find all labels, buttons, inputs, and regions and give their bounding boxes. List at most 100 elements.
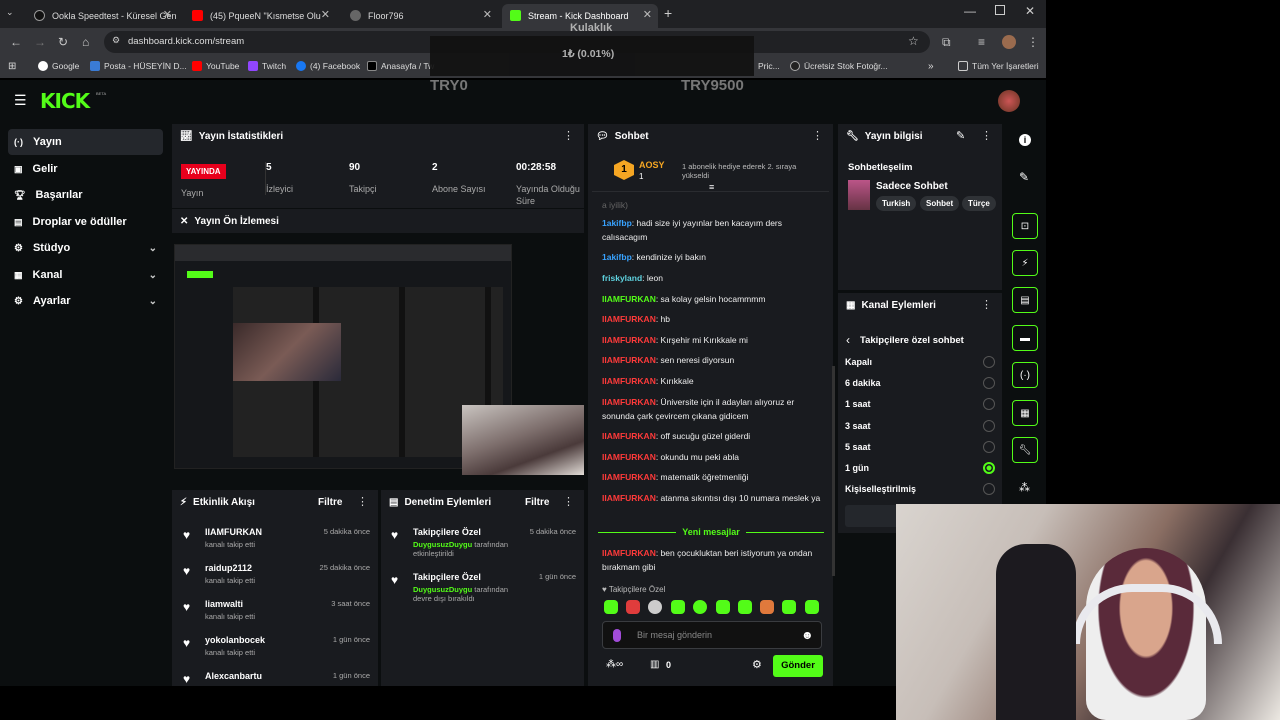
sidebar-item-ayarlar[interactable]: ⚙ Ayarlar ⌄ (8, 288, 163, 314)
option-6-dakika[interactable]: 6 dakika (845, 377, 995, 389)
bookmark-twitter[interactable]: Anasayfa / Tw (367, 61, 434, 71)
sidebar-item-gelir[interactable]: ▣ Gelir (8, 156, 163, 182)
media-icon[interactable]: ≡ (978, 35, 985, 49)
minimize-button[interactable]: — (964, 4, 976, 18)
clip-button[interactable]: ⊡ (1012, 213, 1038, 239)
points-icon[interactable]: ⁂∞ (606, 659, 623, 670)
back-icon[interactable]: ← (10, 35, 22, 49)
tab-list-button[interactable]: ⌄ (6, 7, 20, 21)
chat-username[interactable]: IIAMFURKAN (602, 397, 656, 407)
kick-logo[interactable]: KICK (40, 89, 90, 113)
emote-icon[interactable] (648, 600, 662, 614)
chat-username[interactable]: 1akifbp (602, 218, 632, 228)
tab-speedtest[interactable]: Ookla Speedtest - Küresel Gen ✕ (26, 4, 178, 28)
chat-username[interactable]: IIAMFURKAN (602, 294, 656, 304)
chat-username[interactable]: 1akifbp (602, 252, 632, 262)
option-1-saat[interactable]: 1 saat (845, 398, 995, 410)
radio-button[interactable] (983, 483, 995, 495)
pencil-icon[interactable]: ✎ (1019, 170, 1029, 184)
close-tab-icon[interactable]: ✕ (483, 8, 492, 21)
new-tab-button[interactable]: + (664, 5, 672, 21)
moderation-user[interactable]: DuygusuzDuygu (413, 585, 472, 594)
radio-button[interactable] (983, 420, 995, 432)
option-5-saat[interactable]: 5 saat (845, 441, 995, 453)
tag-chip[interactable]: Turkish (876, 196, 917, 211)
more-bookmarks-icon[interactable]: » (928, 61, 934, 72)
collapse-icon[interactable]: ≡ (709, 182, 714, 192)
chat-username[interactable]: IIAMFURKAN (602, 493, 656, 503)
extensions-icon[interactable]: ⧉ (942, 35, 951, 50)
pinned-user[interactable]: AOSY (639, 160, 665, 170)
maximize-button[interactable] (995, 5, 1005, 15)
bookmark-facebook[interactable]: (4) Facebook (296, 61, 360, 71)
chat-username[interactable]: IIAMFURKAN (602, 452, 656, 462)
chat-username[interactable]: IIAMFURKAN (602, 376, 656, 386)
radio-button[interactable] (983, 398, 995, 410)
sidebar-item-basarilar[interactable]: 🏆︎ Başarılar (8, 182, 163, 208)
more-options-icon[interactable]: ⋮ (563, 129, 574, 142)
emote-icon[interactable] (760, 600, 774, 614)
tag-chip[interactable]: Sohbet (920, 196, 960, 211)
info-icon[interactable]: i (1019, 134, 1031, 146)
emote-icon[interactable] (626, 600, 640, 614)
emote-icon[interactable] (693, 600, 707, 614)
emote-icon[interactable] (738, 600, 752, 614)
filter-button[interactable]: Filtre (318, 497, 342, 508)
radio-button[interactable] (983, 356, 995, 368)
mic-icon[interactable] (613, 629, 621, 642)
radio-button[interactable] (983, 377, 995, 389)
close-tab-icon[interactable]: ✕ (163, 8, 172, 21)
user-avatar[interactable] (998, 90, 1020, 112)
close-tab-icon[interactable]: ✕ (321, 8, 330, 21)
bookmark-all[interactable]: Tüm Yer İşaretleri (958, 61, 1039, 71)
chat-username[interactable]: IIAMFURKAN (602, 431, 656, 441)
radio-button-selected[interactable] (983, 462, 995, 474)
chat-username[interactable]: IIAMFURKAN (602, 335, 656, 345)
option-1-gun[interactable]: 1 gün (845, 462, 995, 474)
emote-icon[interactable] (671, 600, 685, 614)
broadcast-button[interactable]: (·) (1012, 362, 1038, 388)
emote-icon[interactable] (782, 600, 796, 614)
apps-icon[interactable]: ⊞ (8, 61, 16, 72)
tab-youtube[interactable]: (45) PqueeN "Kısmetse Olu ✕ (184, 4, 336, 28)
bookmark-mail[interactable]: Posta - HÜSEYİN D... (90, 61, 187, 71)
send-button[interactable]: Gönder (773, 655, 823, 677)
menu-icon[interactable]: ⋮ (1027, 35, 1039, 49)
close-tab-icon[interactable]: ✕ (643, 8, 652, 21)
more-options-icon[interactable]: ⋮ (812, 129, 823, 142)
more-options-icon[interactable]: ⋮ (981, 298, 992, 311)
emoji-icon[interactable]: ☻ (801, 628, 814, 642)
sidebar-item-kanal[interactable]: ▦ Kanal ⌄ (8, 262, 163, 288)
home-icon[interactable]: ⌂ (82, 35, 89, 49)
more-options-icon[interactable]: ⋮ (563, 495, 574, 508)
sidebar-item-studyo[interactable]: ⚙ Stüdyo ⌄ (8, 235, 163, 261)
forward-icon[interactable]: → (34, 35, 46, 49)
bookmark-google[interactable]: Google (38, 61, 79, 71)
category-name[interactable]: Sadece Sohbet (876, 181, 948, 192)
wrench-button[interactable]: 🔧︎ (1012, 437, 1038, 463)
tag-chip[interactable]: Türçe (962, 196, 996, 211)
close-window-button[interactable]: ✕ (1025, 4, 1035, 18)
store-icon[interactable]: ▥ (650, 659, 659, 670)
chat-username[interactable]: IIAMFURKAN (602, 548, 656, 558)
option-custom[interactable]: Kişiselleştirilmiş (845, 483, 995, 495)
chat-settings-icon[interactable]: ⚙ (752, 658, 762, 671)
reload-icon[interactable]: ↻ (58, 35, 68, 49)
chat-username[interactable]: IIAMFURKAN (602, 314, 656, 324)
chat-button[interactable]: ▬ (1012, 325, 1038, 351)
chat-username[interactable]: IIAMFURKAN (602, 355, 656, 365)
bookmark-pric[interactable]: Pric... (758, 61, 780, 71)
document-button[interactable]: ▤ (1012, 287, 1038, 313)
bolt-button[interactable]: ⚡︎ (1012, 250, 1038, 276)
back-chevron-icon[interactable]: ‹ (846, 333, 850, 347)
emote-icon[interactable] (604, 600, 618, 614)
option-3-saat[interactable]: 3 saat (845, 420, 995, 432)
chat-scrollbar[interactable] (832, 366, 835, 576)
emote-icon[interactable] (805, 600, 819, 614)
site-info-icon[interactable]: ⚙ (112, 35, 120, 46)
option-kapali[interactable]: Kapalı (845, 356, 995, 368)
bookmark-stock[interactable]: Ücretsiz Stok Fotoğr... (790, 61, 888, 71)
bookmark-youtube[interactable]: YouTube (192, 61, 239, 71)
community-icon[interactable]: ⁂ (1019, 481, 1030, 494)
tab-floor796[interactable]: Floor796 ✕ (342, 4, 498, 28)
